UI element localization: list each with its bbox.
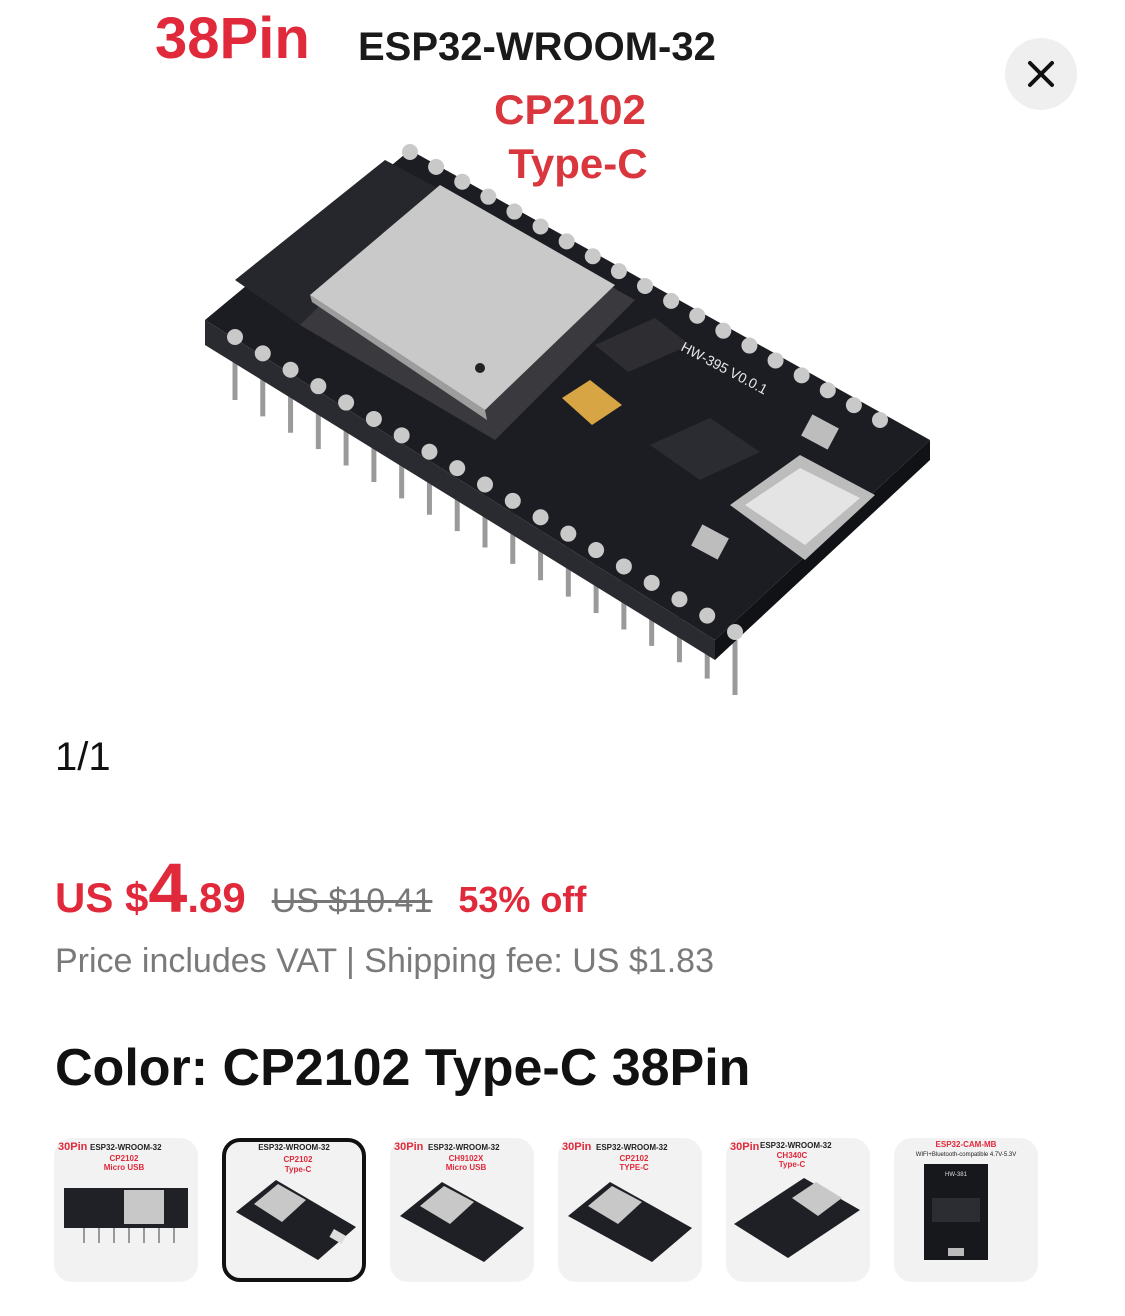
discount-badge: 53% off <box>458 879 587 920</box>
variant-thumb-3[interactable]: 30Pin ESP32-WROOM-32 CH9102X Micro USB <box>390 1138 534 1282</box>
hero-port-label: Type-C <box>508 140 647 187</box>
thumb-pin: 30Pin <box>58 1141 88 1153</box>
thumb-line2: Micro USB <box>104 1163 145 1172</box>
thumb-line1: CP2102 <box>284 1155 313 1164</box>
variant-thumb-6[interactable]: ESP32-CAM-MB WIFI+Bluetooth-compatible 4… <box>894 1138 1038 1282</box>
thumb-module: ESP32-WROOM-32 <box>760 1141 832 1150</box>
thumb-pin: 30Pin <box>730 1141 760 1153</box>
variant-thumb-1[interactable]: 30Pin ESP32-WROOM-32 CP2102 Micro USB <box>54 1138 198 1282</box>
close-icon <box>1028 61 1054 87</box>
price-decimal: .89 <box>187 874 246 921</box>
variant-label: Color: CP2102 Type-C 38Pin <box>55 1039 751 1097</box>
thumb-line1: WIFI+Bluetooth-compatible 4.7V-5.3V <box>916 1152 1017 1158</box>
price-currency: US $ <box>55 874 149 921</box>
product-sheet: 38Pin ESP32-WROOM-32 CP2102 Type-C HW-39… <box>0 0 1125 1316</box>
thumb-module: ESP32-WROOM-32 <box>428 1143 500 1152</box>
thumb-line1: CP2102 <box>620 1154 649 1163</box>
thumb-line2: Micro USB <box>446 1163 487 1172</box>
thumb-module: ESP32-WROOM-32 <box>90 1143 162 1152</box>
shipping-info: Price includes VAT | Shipping fee: US $1… <box>55 942 714 980</box>
thumb-line1: CH340C <box>777 1151 808 1160</box>
price-row: US $ 4 .89 US $10.41 53% off <box>55 848 586 928</box>
thumb-line2: Type-C <box>285 1165 312 1174</box>
thumb-line2: HW-381 <box>945 1172 968 1178</box>
thumb-module: ESP32-CAM-MB <box>936 1140 997 1149</box>
thumb-line2: Type-C <box>779 1160 806 1169</box>
thumb-module: ESP32-WROOM-32 <box>258 1143 330 1152</box>
thumb-line1: CH9102X <box>449 1154 484 1163</box>
variant-thumb-5[interactable]: 30Pin ESP32-WROOM-32 CH340C Type-C <box>726 1138 870 1282</box>
thumb-module: ESP32-WROOM-32 <box>596 1143 668 1152</box>
close-button[interactable] <box>1005 38 1077 110</box>
thumb-line1: CP2102 <box>110 1154 139 1163</box>
thumb-pin: 30Pin <box>394 1141 424 1153</box>
original-price: US $10.41 <box>271 882 433 920</box>
thumb-pin: 30Pin <box>562 1141 592 1153</box>
price-integer: 4 <box>148 849 188 927</box>
esp32-board: HW-395 V0.0.1 <box>205 144 930 695</box>
hero-pin-label: 38Pin <box>155 6 310 71</box>
variant-thumbnails: 30Pin ESP32-WROOM-32 CP2102 Micro USB ES… <box>54 1138 1038 1282</box>
thumb-line2: TYPE-C <box>619 1163 649 1172</box>
product-image[interactable]: 38Pin ESP32-WROOM-32 CP2102 Type-C HW-39… <box>0 0 1125 720</box>
variant-thumb-4[interactable]: 30Pin ESP32-WROOM-32 CP2102 TYPE-C <box>558 1138 702 1282</box>
variant-thumb-2[interactable]: ESP32-WROOM-32 CP2102 Type-C <box>222 1138 366 1282</box>
hero-module-label: ESP32-WROOM-32 <box>358 25 716 69</box>
image-counter: 1/1 <box>55 735 111 779</box>
hero-chip-label: CP2102 <box>494 86 646 133</box>
